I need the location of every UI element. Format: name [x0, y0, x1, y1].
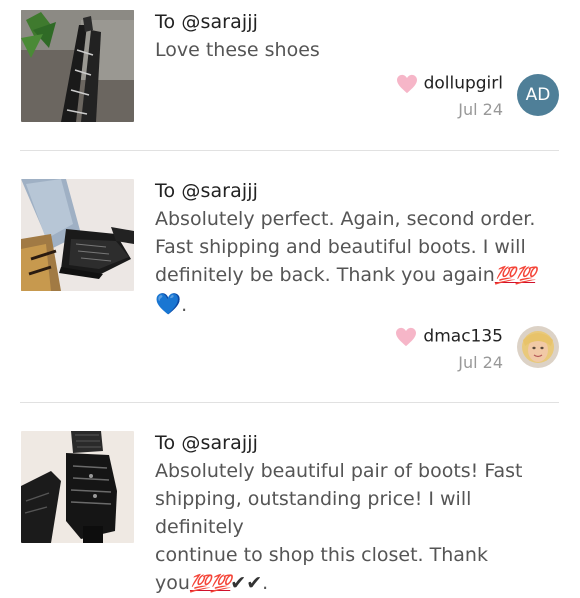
check-mark-emoji: ✔	[230, 572, 247, 594]
hundred-points-emoji: 💯	[189, 574, 211, 594]
review-text-line: Fast shipping and beautiful boots. I wil…	[155, 236, 526, 258]
review-date: Jul 24	[458, 352, 503, 372]
review-text-trailing: .	[181, 294, 188, 316]
review-message: Absolutely beautiful pair of boots! Fast…	[155, 457, 565, 598]
heart-icon[interactable]	[395, 327, 417, 347]
hundred-points-emoji: 💯	[494, 266, 516, 286]
review-text-line: shipping, outstanding price! I will defi…	[155, 488, 472, 538]
divider	[20, 150, 559, 151]
reviewer-username[interactable]: dmac135	[423, 327, 503, 347]
review-recipient[interactable]: To @sarajjj	[155, 180, 258, 202]
thumbnail-image	[21, 179, 134, 291]
avatar-photo	[517, 326, 559, 368]
listing-thumbnail[interactable]	[21, 10, 134, 122]
review-date: Jul 24	[458, 99, 503, 119]
reviewer-username[interactable]: dollupgirl	[424, 74, 503, 94]
check-mark-emoji: ✔	[246, 572, 263, 594]
review-text-line: continue to shop this closet. Thank	[155, 544, 488, 566]
review-text-line: Absolutely beautiful pair of boots! Fast	[155, 460, 523, 482]
review-message: Love these shoes	[155, 36, 565, 64]
hundred-points-emoji: 💯	[210, 574, 231, 594]
review-text: Love these shoes	[155, 39, 320, 61]
listing-thumbnail[interactable]	[21, 431, 134, 543]
review-recipient[interactable]: To @sarajjj	[155, 11, 258, 33]
review-text-segment: definitely be back. Thank you again	[155, 264, 495, 286]
avatar[interactable]: AD	[517, 74, 559, 116]
thumbnail-image	[21, 431, 134, 543]
hundred-points-emoji: 💯	[514, 266, 536, 286]
heart-icon[interactable]	[396, 74, 418, 94]
listing-thumbnail[interactable]	[21, 179, 134, 291]
review-text-line: 💙.	[155, 290, 565, 319]
review-text-line-last: definitely be back. Thank you again💯💯	[155, 261, 565, 290]
review-text-segment: you	[155, 572, 190, 594]
blue-heart-emoji: 💙	[155, 292, 182, 316]
avatar[interactable]	[517, 326, 559, 368]
review-text-trailing: .	[262, 572, 269, 594]
review-meta: dollupgirl Jul 24	[396, 73, 503, 119]
thumbnail-image	[21, 10, 134, 122]
review-text-line-last: you💯💯✔✔.	[155, 569, 565, 598]
review-meta: dmac135 Jul 24	[395, 326, 503, 372]
divider	[20, 402, 559, 403]
review-message: Absolutely perfect. Again, second order.…	[155, 205, 565, 319]
review-recipient[interactable]: To @sarajjj	[155, 432, 258, 454]
review-text-line: Absolutely perfect. Again, second order.	[155, 208, 536, 230]
